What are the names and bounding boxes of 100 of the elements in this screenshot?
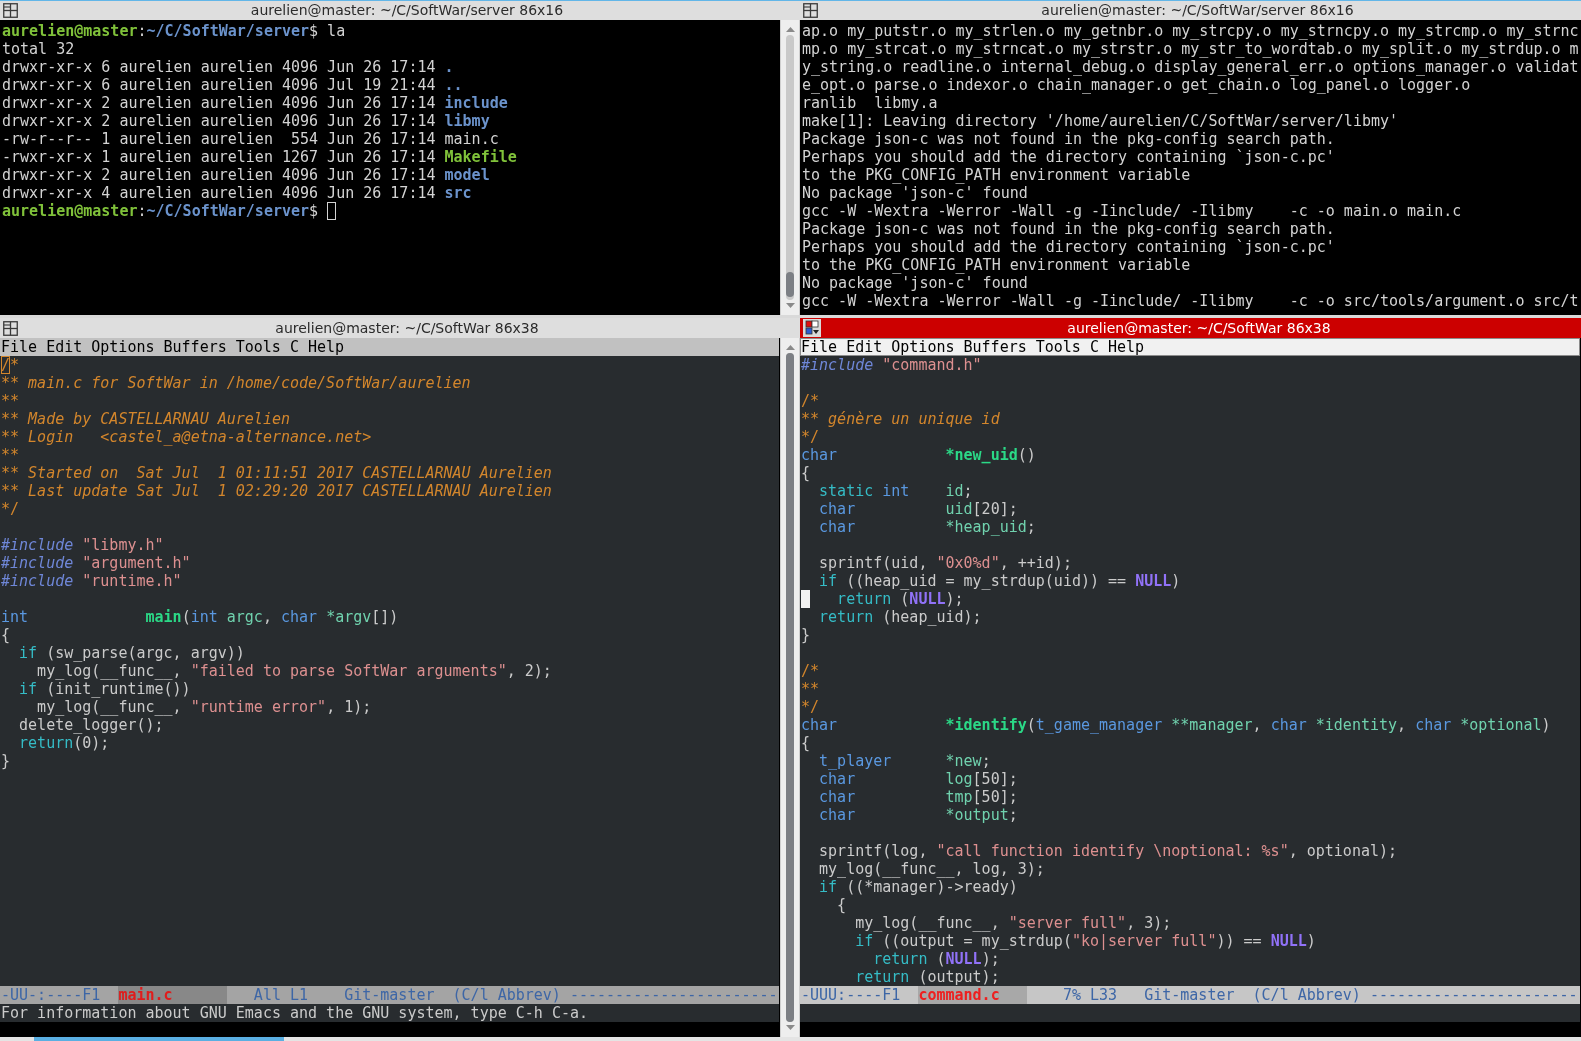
code-line: int main(int argc, char *argv[]) xyxy=(1,608,399,626)
code-line: t_player *new; xyxy=(818,752,991,770)
code-line: char *new_uid() xyxy=(801,446,1036,464)
terminal-line: -rwxr-xr-x 1 aurelien aurelien 1267 Jun 26 17:14 Makefile xyxy=(2,148,517,166)
menu-item[interactable]: Edit xyxy=(846,338,883,356)
scrollbar-thumb[interactable] xyxy=(786,271,794,297)
terminal-line: y_string.o readline.o internal_debug.o display_general_err.o options_manager.o validat xyxy=(802,58,1579,76)
code-line: ** main.c for SoftWar in /home/code/SoftWar/aurelien xyxy=(1,374,471,392)
code-line: my_log(__func__, "runtime error", 1); xyxy=(36,698,372,716)
terminal-line: drwxr-xr-x 2 aurelien aurelien 4096 Jun 26 17:14 model xyxy=(2,166,490,184)
down-arrow-icon[interactable] xyxy=(785,303,795,308)
menu-item[interactable]: Help xyxy=(1107,338,1145,356)
menu-item[interactable]: C xyxy=(1089,338,1099,356)
code-line: { xyxy=(801,464,811,482)
code-line: ** Made by CASTELLARNAU Aurelien xyxy=(1,410,290,428)
terminal-line: Perhaps you should add the directory containing `json-c.pc' xyxy=(802,238,1335,256)
code-line: char *output; xyxy=(818,806,1018,824)
terminal-line: drwxr-xr-x 2 aurelien aurelien 4096 Jun 26 17:14 libmy xyxy=(2,112,490,130)
menu-item[interactable]: File xyxy=(801,338,838,356)
terminal-line: Perhaps you should add the directory containing `json-c.pc' xyxy=(802,148,1335,166)
code-line: { xyxy=(836,896,847,914)
code-line: return (heap_uid); xyxy=(818,608,982,626)
terminal-line: No package 'json-c' found xyxy=(802,274,1028,292)
terminal-line: drwxr-xr-x 2 aurelien aurelien 4096 Jun 26 17:14 include xyxy=(2,94,508,112)
code-line: } xyxy=(1,752,11,770)
code-line: */ xyxy=(801,698,820,716)
code-line: ** Started on Sat Jul 1 01:11:51 2017 CASTELLARNAU Aurelien xyxy=(1,464,552,482)
code-line: ** xyxy=(801,680,820,698)
code-line: ** Login <castel_a@etna-alternance.net> xyxy=(1,428,372,446)
code-line: char tmp[50]; xyxy=(818,788,1018,806)
menu-item[interactable]: Buffers xyxy=(963,338,1027,356)
code-line: { xyxy=(801,734,811,752)
code-line: #include "command.h" xyxy=(801,356,982,374)
code-line: return (output); xyxy=(854,968,1000,986)
code-line: ** xyxy=(1,392,20,410)
code-line: my_log(__func__, "server full", 3); xyxy=(854,914,1172,932)
menu-item[interactable]: File xyxy=(1,338,38,356)
code-line: /* xyxy=(1,356,20,374)
menu-item[interactable]: Edit xyxy=(46,338,83,356)
code-line: ** xyxy=(1,446,20,464)
code-line: */ xyxy=(801,428,820,446)
terminal-line: drwxr-xr-x 6 aurelien aurelien 4096 Jul 19 21:44 .. xyxy=(2,76,463,94)
code-line: #include "libmy.h" xyxy=(1,536,164,554)
terminal-line: No package 'json-c' found xyxy=(802,184,1028,202)
code-line: ** génère un unique id xyxy=(801,410,1000,428)
menu-item[interactable]: Help xyxy=(307,338,345,356)
code-line: return (NULL); xyxy=(872,950,1000,968)
code-line: sprintf(log, "call function identify \noptional: %s", optional); xyxy=(818,842,1398,860)
code-line: static int id; xyxy=(818,482,973,500)
code-line: sprintf(uid, "0x0%d", ++id); xyxy=(818,554,1072,572)
down-arrow-icon[interactable] xyxy=(785,1025,795,1030)
code-line: /* xyxy=(801,662,820,680)
window-title: aurelien@master: ~/C/SoftWar 86x38 xyxy=(1067,320,1331,336)
terminal-line: to the PKG_CONFIG_PATH environment variable xyxy=(802,256,1191,274)
scrollbar-thumb[interactable] xyxy=(786,353,794,1022)
terminal-line: ranlib libmy.a xyxy=(802,94,938,112)
code-line: { xyxy=(1,626,11,644)
terminal-line: mp.o my_strcat.o my_strncat.o my_strstr.o my_str_to_wordtab.o my_split.o my_strdup.o m xyxy=(802,40,1579,58)
terminal-line: aurelien@master:~/C/SoftWar/server$ xyxy=(2,202,320,220)
code-line: */ xyxy=(1,500,20,518)
terminal-line: Package json-c was not found in the pkg-config search path. xyxy=(802,130,1335,148)
menu-item[interactable]: Options xyxy=(891,338,955,356)
code-line: return (NULL); xyxy=(836,590,964,608)
code-line: my_log(__func__, "failed to parse SoftWar arguments", 2); xyxy=(36,662,552,680)
menu-item[interactable]: Tools xyxy=(1035,338,1081,356)
menu-item[interactable]: Options xyxy=(91,338,155,356)
code-line: char *heap_uid; xyxy=(818,518,1036,536)
terminal-line: ap.o my_putstr.o my_strlen.o my_getnbr.o my_strcpy.o my_strncpy.o my_strcmp.o my_strnc xyxy=(802,22,1579,40)
terminal-line: e_opt.o parse.o indexor.o chain_manager.o get_chain.o log_panel.o logger.o xyxy=(802,76,1471,94)
terminal-line: make[1]: Leaving directory '/home/aurelien/C/SoftWar/server/libmy' xyxy=(802,112,1399,130)
terminal-line: to the PKG_CONFIG_PATH environment variable xyxy=(802,166,1191,184)
menu-item[interactable]: Buffers xyxy=(163,338,227,356)
code-line: my_log(__func__, log, 3); xyxy=(818,860,1045,878)
terminal-line: drwxr-xr-x 6 aurelien aurelien 4096 Jun 26 17:14 . xyxy=(2,58,454,76)
code-line: char uid[20]; xyxy=(818,500,1018,518)
code-line: delete_logger(); xyxy=(18,716,164,734)
up-arrow-icon[interactable] xyxy=(785,345,795,350)
code-line: /* xyxy=(801,392,820,410)
code-line: ** Last update Sat Jul 1 02:29:20 2017 CASTELLARNAU Aurelien xyxy=(1,482,552,500)
menu-item[interactable]: C xyxy=(289,338,299,356)
menu-item[interactable]: Tools xyxy=(235,338,281,356)
terminal-line: drwxr-xr-x 4 aurelien aurelien 4096 Jun 26 17:14 src xyxy=(2,184,472,202)
code-line: #include "argument.h" xyxy=(1,554,191,572)
code-line: if ((*manager)->ready) xyxy=(818,878,1018,896)
window-menu-icon[interactable] xyxy=(3,320,18,336)
window-menu-icon[interactable] xyxy=(3,2,18,18)
window-menu-icon[interactable] xyxy=(803,319,821,337)
window-title: aurelien@master: ~/C/SoftWar/server 86x16 xyxy=(250,2,564,18)
code-line: #include "runtime.h" xyxy=(1,572,182,590)
terminal-line: Package json-c was not found in the pkg-config search path. xyxy=(802,220,1335,238)
code-line: if (init_runtime()) xyxy=(18,680,191,698)
terminal-line: -rw-r--r-- 1 aurelien aurelien 554 Jun 26 17:14 main.c xyxy=(2,130,499,148)
up-arrow-icon[interactable] xyxy=(785,27,795,32)
terminal-line: gcc -W -Wextra -Werror -Wall -g -Iinclude/ -Ilibmy -c -o src/tools/argument.o src/t xyxy=(802,292,1579,310)
window-title: aurelien@master: ~/C/SoftWar 86x38 xyxy=(275,320,539,336)
code-line: if ((heap_uid = my_strdup(uid)) == NULL) xyxy=(818,572,1181,590)
window-menu-icon[interactable] xyxy=(803,2,818,18)
code-line: char *identify(t_game_manager **manager, char *identity, char *optional) xyxy=(801,716,1551,734)
code-line: return(0); xyxy=(18,734,110,752)
echo-area: For information about GNU Emacs and the GNU system, type C-h C-a. xyxy=(0,1004,779,1022)
